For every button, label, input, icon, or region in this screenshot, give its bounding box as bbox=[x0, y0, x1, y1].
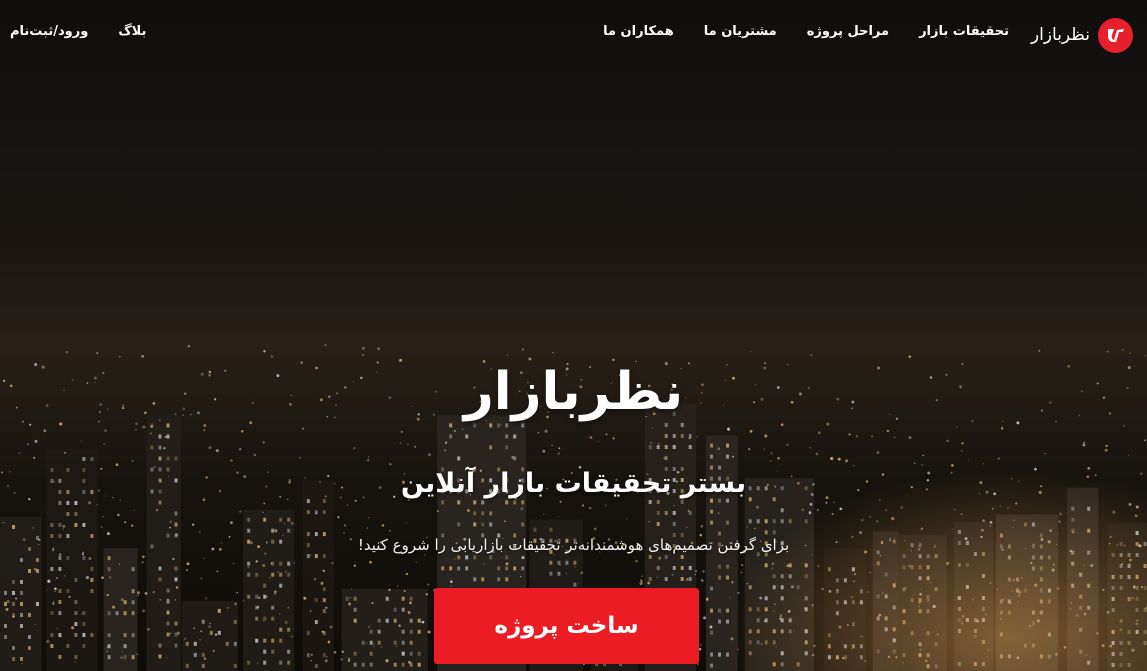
nav-item-blog[interactable]: بلاگ bbox=[118, 24, 146, 39]
login-register-link[interactable]: ورود/ثبت‌نام bbox=[10, 24, 88, 39]
brand-logo-icon bbox=[1098, 17, 1133, 53]
brand-name: نظربازار bbox=[1030, 25, 1090, 45]
hero-title: نظربازار bbox=[463, 362, 684, 422]
nav-item-project-steps[interactable]: مراحل پروژه bbox=[807, 24, 889, 39]
nav-item-our-partners[interactable]: همکاران ما bbox=[603, 24, 674, 39]
create-project-button[interactable]: ساخت پروژه bbox=[434, 588, 699, 664]
hero-description: برای گرفتن تصمیم‌های هوشمندانه‌تر تحقیقا… bbox=[357, 536, 790, 554]
nav-item-our-customers[interactable]: مشتریان ما bbox=[704, 24, 777, 39]
nav-secondary: بلاگ ورود/ثبت‌نام bbox=[10, 24, 146, 39]
top-navbar: نظربازار تحقیقات بازار مراحل پروژه مشتری… bbox=[0, 0, 1147, 70]
main-nav: تحقیقات بازار مراحل پروژه مشتریان ما همک… bbox=[603, 24, 1009, 39]
hero-section: نظربازار تحقیقات بازار مراحل پروژه مشتری… bbox=[0, 0, 1147, 671]
brand-link[interactable]: نظربازار bbox=[1031, 17, 1133, 53]
nav-item-market-research[interactable]: تحقیقات بازار bbox=[919, 24, 1009, 39]
dark-overlay bbox=[0, 0, 1147, 671]
hero-subtitle: بستر تحقیقات بازار آنلاین bbox=[400, 468, 747, 499]
